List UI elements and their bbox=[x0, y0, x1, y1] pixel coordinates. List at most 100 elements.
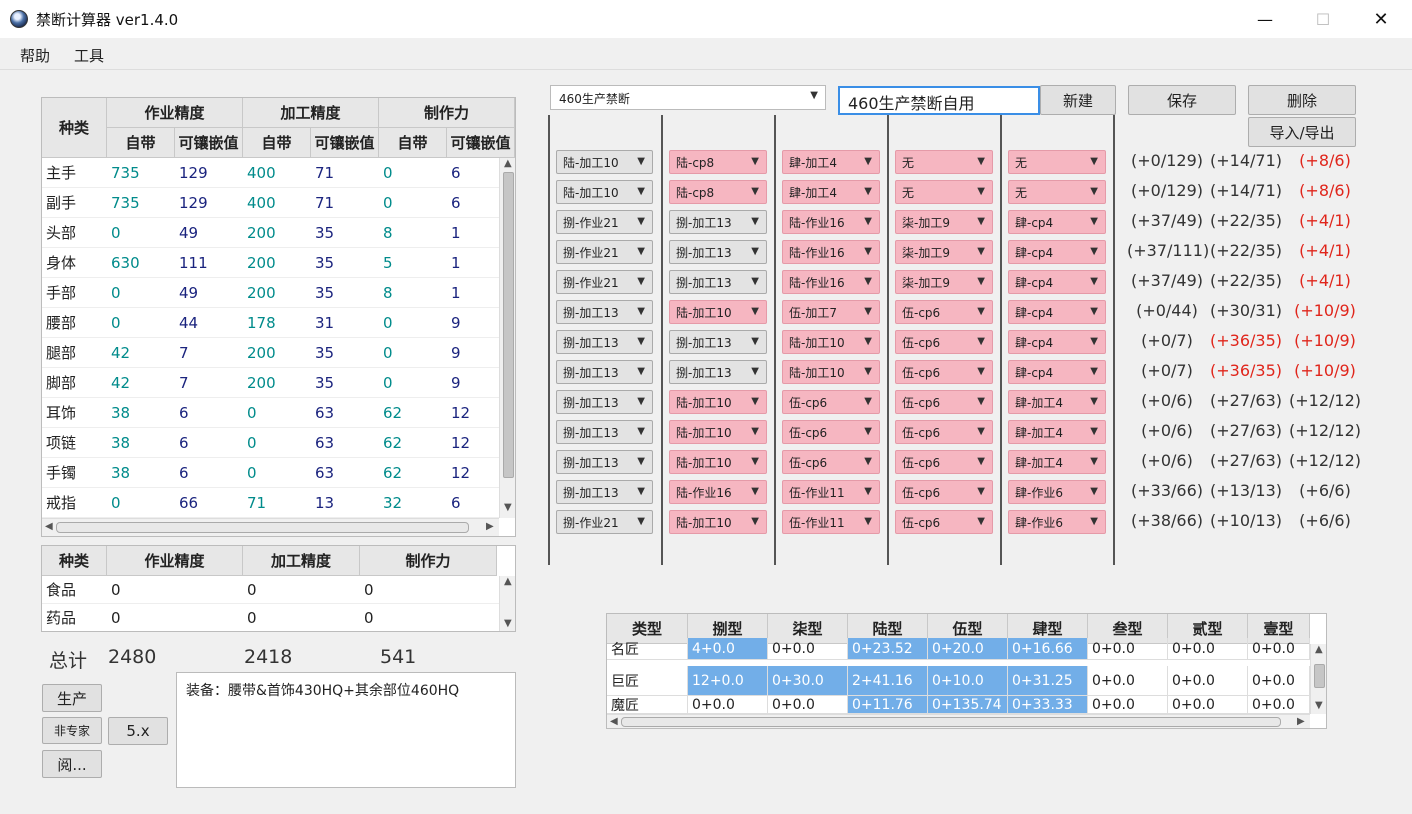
gear-stat-cell[interactable]: 400 bbox=[243, 158, 311, 188]
meld-dropdown[interactable]: 伍-cp6 ▼ bbox=[895, 390, 993, 414]
gear-stat-cell[interactable]: 8 bbox=[379, 278, 447, 308]
gear-stat-cell[interactable]: 7 bbox=[175, 368, 243, 398]
meld-dropdown[interactable]: 柒-加工9 ▼ bbox=[895, 270, 993, 294]
meld-dropdown[interactable]: 无 ▼ bbox=[895, 150, 993, 174]
scroll-right-arrow-icon[interactable]: ▶ bbox=[1297, 716, 1305, 727]
meld-dropdown[interactable]: 捌-加工13 ▼ bbox=[556, 390, 653, 414]
gear-stat-cell[interactable]: 0 bbox=[243, 398, 311, 428]
new-button[interactable]: 新建 bbox=[1040, 85, 1116, 115]
preset-name-input[interactable]: 460生产禁断自用 bbox=[838, 86, 1040, 115]
scroll-up-arrow-icon[interactable]: ▲ bbox=[504, 158, 512, 169]
meld-dropdown[interactable]: 捌-加工13 ▼ bbox=[669, 360, 767, 384]
maximize-button[interactable]: ☐ bbox=[1294, 0, 1352, 38]
meld-dropdown[interactable]: 陆-加工10 ▼ bbox=[669, 390, 767, 414]
gear-stat-cell[interactable]: 200 bbox=[243, 218, 311, 248]
import-export-button[interactable]: 导入/导出 bbox=[1248, 117, 1356, 147]
gear-stat-cell[interactable]: 200 bbox=[243, 248, 311, 278]
meld-dropdown[interactable]: 捌-作业21 ▼ bbox=[556, 210, 653, 234]
meld-dropdown[interactable]: 肆-加工4 ▼ bbox=[782, 180, 880, 204]
meld-dropdown[interactable]: 肆-加工4 ▼ bbox=[1008, 420, 1106, 444]
gear-stat-cell[interactable]: 66 bbox=[175, 488, 243, 518]
meld-dropdown[interactable]: 肆-cp4 ▼ bbox=[1008, 330, 1106, 354]
meld-dropdown[interactable]: 肆-cp4 ▼ bbox=[1008, 270, 1106, 294]
gear-stat-cell[interactable]: 62 bbox=[379, 398, 447, 428]
gear-stat-cell[interactable]: 0 bbox=[379, 368, 447, 398]
meld-dropdown[interactable]: 陆-cp8 ▼ bbox=[669, 150, 767, 174]
scroll-left-arrow-icon[interactable]: ◀ bbox=[45, 521, 53, 532]
scroll-down-arrow-icon[interactable]: ▼ bbox=[504, 502, 512, 513]
food-stat-cell[interactable]: 0 bbox=[360, 576, 499, 604]
meld-dropdown[interactable]: 肆-加工4 ▼ bbox=[1008, 390, 1106, 414]
gear-stat-cell[interactable]: 0 bbox=[379, 338, 447, 368]
gear-stat-cell[interactable]: 38 bbox=[107, 398, 175, 428]
gear-stat-cell[interactable]: 6 bbox=[447, 188, 499, 218]
gear-stat-cell[interactable]: 35 bbox=[311, 368, 379, 398]
meld-dropdown[interactable]: 伍-作业11 ▼ bbox=[782, 510, 880, 534]
meld-dropdown[interactable]: 伍-cp6 ▼ bbox=[895, 360, 993, 384]
meld-dropdown[interactable]: 陆-加工10 ▼ bbox=[556, 150, 653, 174]
gear-stat-cell[interactable]: 13 bbox=[311, 488, 379, 518]
gear-stat-cell[interactable]: 0 bbox=[107, 308, 175, 338]
meld-dropdown[interactable]: 陆-加工10 ▼ bbox=[669, 450, 767, 474]
food-stat-cell[interactable]: 0 bbox=[107, 604, 243, 631]
gear-stat-cell[interactable]: 12 bbox=[447, 398, 499, 428]
meld-dropdown[interactable]: 肆-cp4 ▼ bbox=[1008, 210, 1106, 234]
gear-stat-cell[interactable]: 400 bbox=[243, 188, 311, 218]
gear-stat-cell[interactable]: 111 bbox=[175, 248, 243, 278]
meld-dropdown[interactable]: 伍-cp6 ▼ bbox=[895, 450, 993, 474]
gear-stat-cell[interactable]: 63 bbox=[311, 398, 379, 428]
gear-stat-cell[interactable]: 71 bbox=[243, 488, 311, 518]
gear-stat-cell[interactable]: 0 bbox=[379, 158, 447, 188]
gear-stat-cell[interactable]: 35 bbox=[311, 278, 379, 308]
gear-stat-cell[interactable]: 63 bbox=[311, 428, 379, 458]
gear-stat-cell[interactable]: 6 bbox=[447, 158, 499, 188]
meld-dropdown[interactable]: 伍-cp6 ▼ bbox=[895, 510, 993, 534]
gear-stat-cell[interactable]: 0 bbox=[379, 188, 447, 218]
scroll-up-arrow-icon[interactable]: ▲ bbox=[1315, 644, 1323, 655]
gear-stat-cell[interactable]: 71 bbox=[311, 158, 379, 188]
meld-dropdown[interactable]: 肆-加工4 ▼ bbox=[782, 150, 880, 174]
version-5x-button[interactable]: 5.x bbox=[108, 717, 168, 745]
gear-stat-cell[interactable]: 38 bbox=[107, 428, 175, 458]
gear-stat-cell[interactable]: 49 bbox=[175, 218, 243, 248]
gear-stat-cell[interactable]: 62 bbox=[379, 458, 447, 488]
gear-stat-cell[interactable]: 0 bbox=[107, 278, 175, 308]
gear-stat-cell[interactable]: 42 bbox=[107, 368, 175, 398]
gear-stat-cell[interactable]: 8 bbox=[379, 218, 447, 248]
meld-dropdown[interactable]: 伍-cp6 ▼ bbox=[782, 420, 880, 444]
gear-stat-cell[interactable]: 735 bbox=[107, 188, 175, 218]
gear-stat-cell[interactable]: 31 bbox=[311, 308, 379, 338]
meld-dropdown[interactable]: 伍-cp6 ▼ bbox=[782, 390, 880, 414]
minimize-button[interactable]: — bbox=[1236, 0, 1294, 38]
meld-dropdown[interactable]: 无 ▼ bbox=[1008, 180, 1106, 204]
meld-dropdown[interactable]: 捌-加工13 ▼ bbox=[556, 480, 653, 504]
meld-dropdown[interactable]: 无 ▼ bbox=[1008, 150, 1106, 174]
gear-stat-cell[interactable]: 1 bbox=[447, 248, 499, 278]
meld-dropdown[interactable]: 伍-cp6 ▼ bbox=[895, 420, 993, 444]
scroll-right-arrow-icon[interactable]: ▶ bbox=[486, 521, 494, 532]
gear-stat-cell[interactable]: 63 bbox=[311, 458, 379, 488]
meld-dropdown[interactable]: 肆-cp4 ▼ bbox=[1008, 300, 1106, 324]
gear-stat-cell[interactable]: 44 bbox=[175, 308, 243, 338]
meld-dropdown[interactable]: 陆-加工10 ▼ bbox=[669, 300, 767, 324]
meld-dropdown[interactable]: 肆-作业6 ▼ bbox=[1008, 510, 1106, 534]
meld-dropdown[interactable]: 伍-加工7 ▼ bbox=[782, 300, 880, 324]
food-table-vscrollbar[interactable]: ▲ ▼ bbox=[499, 576, 515, 631]
gear-stat-cell[interactable]: 6 bbox=[175, 428, 243, 458]
meld-dropdown[interactable]: 陆-作业16 ▼ bbox=[782, 270, 880, 294]
gear-stat-cell[interactable]: 1 bbox=[447, 278, 499, 308]
meld-dropdown[interactable]: 捌-作业21 ▼ bbox=[556, 270, 653, 294]
meld-dropdown[interactable]: 伍-cp6 ▼ bbox=[895, 480, 993, 504]
gear-stat-cell[interactable]: 6 bbox=[447, 488, 499, 518]
gear-stat-cell[interactable]: 6 bbox=[175, 398, 243, 428]
meld-dropdown[interactable]: 捌-加工13 ▼ bbox=[669, 330, 767, 354]
food-stat-cell[interactable]: 0 bbox=[107, 576, 243, 604]
save-button[interactable]: 保存 bbox=[1128, 85, 1236, 115]
meld-dropdown[interactable]: 陆-加工10 ▼ bbox=[556, 180, 653, 204]
equipment-note-text[interactable]: 装备：腰带&首饰430HQ+其余部位460HQ bbox=[176, 672, 516, 788]
gear-stat-cell[interactable]: 9 bbox=[447, 338, 499, 368]
meld-dropdown[interactable]: 伍-cp6 ▼ bbox=[895, 300, 993, 324]
food-stat-cell[interactable]: 0 bbox=[360, 604, 499, 631]
gear-stat-cell[interactable]: 32 bbox=[379, 488, 447, 518]
meld-dropdown[interactable]: 捌-加工13 ▼ bbox=[669, 210, 767, 234]
